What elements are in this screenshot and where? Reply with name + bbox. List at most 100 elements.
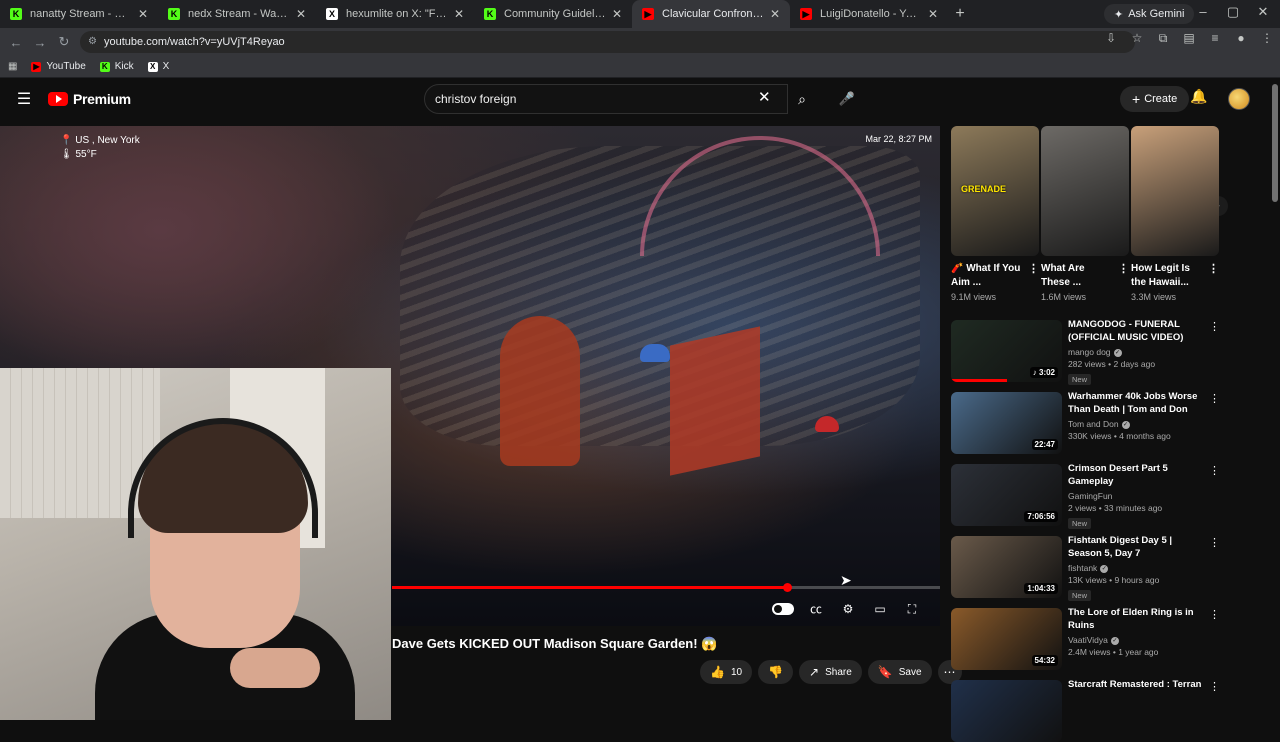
media-icon[interactable]: ≡ <box>1202 31 1228 46</box>
short-title-row: 🧨 What If You Aim ... ⋮ <box>951 262 1039 290</box>
sidepanel-icon[interactable]: ▤ <box>1176 31 1202 46</box>
browser-tab[interactable]: ▶ Clavicular Confronts Mom ✕ <box>632 0 790 28</box>
browser-menu-icon[interactable]: ⋮ <box>1254 31 1280 46</box>
dislike-button[interactable]: 👎 <box>758 660 794 684</box>
close-tab-icon[interactable]: ✕ <box>610 7 624 21</box>
recommendation-title[interactable]: The Lore of Elden Ring is in Ruins <box>1068 606 1208 632</box>
short-menu-icon[interactable]: ⋮ <box>1118 262 1129 276</box>
extensions-icon[interactable]: ⧉ <box>1150 31 1176 46</box>
close-tab-icon[interactable]: ✕ <box>294 7 308 21</box>
apps-icon[interactable]: ▦ <box>8 61 17 72</box>
channel-name: Tom and Don <box>1068 419 1119 429</box>
recommendation-item[interactable]: 54:32 The Lore of Elden Ring is in Ruins… <box>951 606 1221 670</box>
channel-name-row[interactable]: VaatiVidya ✓ <box>1068 635 1208 645</box>
autoplay-toggle[interactable] <box>772 603 794 615</box>
recommendation-item[interactable]: 7:06:56 Crimson Desert Part 5 Gameplay Ga… <box>951 462 1221 529</box>
verified-check-icon: ✓ <box>1110 636 1119 645</box>
recommendation-thumbnail[interactable] <box>951 680 1062 742</box>
create-button[interactable]: + Create <box>1120 86 1190 112</box>
recommendation-thumbnail[interactable]: 7:06:56 <box>951 464 1062 526</box>
recommendation-menu-icon[interactable]: ⋮ <box>1209 680 1220 693</box>
like-button[interactable]: 👍 10 <box>700 660 753 684</box>
recommendation-menu-icon[interactable]: ⋮ <box>1209 464 1220 477</box>
site-info-icon[interactable]: ⚙ <box>88 36 97 47</box>
recommendation-title[interactable]: Warhammer 40k Jobs Worse Than Death | To… <box>1068 390 1208 416</box>
recommendation-menu-icon[interactable]: ⋮ <box>1209 392 1220 405</box>
progress-scrubber[interactable] <box>782 583 792 592</box>
share-button[interactable]: ↗ Share <box>799 660 862 684</box>
recommendation-thumbnail[interactable]: ♪ 3:02 <box>951 320 1062 382</box>
fullscreen-icon[interactable]: ⛶ <box>902 600 922 618</box>
channel-name-row[interactable]: GamingFun <box>1068 491 1208 501</box>
recommendation-menu-icon[interactable]: ⋮ <box>1209 320 1220 333</box>
recommendation-item[interactable]: 1:04:33 Fishtank Digest Day 5 | Season 5… <box>951 534 1221 601</box>
tab-favicon-icon: K <box>10 8 22 20</box>
browser-tab[interactable]: Knedx Stream - Watch Live on Kick ✕ <box>158 0 316 28</box>
page-scrollbar[interactable] <box>1272 84 1278 202</box>
short-menu-icon[interactable]: ⋮ <box>1028 262 1039 276</box>
recommendation-item[interactable]: ♪ 3:02 MANGODOG - FUNERAL (OFFICIAL MUSI… <box>951 318 1221 385</box>
short-thumbnail[interactable]: GRENADE <box>951 126 1039 256</box>
recommendation-menu-icon[interactable]: ⋮ <box>1209 608 1220 621</box>
recommendation-menu-icon[interactable]: ⋮ <box>1209 536 1220 549</box>
new-tab-button[interactable]: + <box>948 0 972 28</box>
close-tab-icon[interactable]: ✕ <box>452 7 466 21</box>
bookmark-item[interactable]: XX <box>147 61 169 72</box>
close-window-icon[interactable]: ✕ <box>1248 4 1278 20</box>
recommendation-item[interactable]: 22:47 Warhammer 40k Jobs Worse Than Deat… <box>951 390 1221 454</box>
install-icon[interactable]: ⇩ <box>1098 31 1124 46</box>
recommendation-title[interactable]: Starcraft Remastered : Terran <box>1068 678 1208 691</box>
avatar[interactable] <box>1228 88 1250 110</box>
url-bar[interactable]: ⚙ youtube.com/watch?v=yUVjT4Reyao <box>80 31 1135 53</box>
bookmark-star-icon[interactable]: ☆ <box>1124 31 1150 46</box>
profile-icon[interactable]: ● <box>1228 31 1254 46</box>
theater-mode-icon[interactable]: ▭ <box>870 600 890 618</box>
browser-tab[interactable]: ▶ LuigiDonatello - YouTube ✕ <box>790 0 948 28</box>
recommendation-thumbnail[interactable]: 22:47 <box>951 392 1062 454</box>
bookmark-item[interactable]: ▶ YouTube <box>31 61 86 72</box>
short-thumbnail[interactable] <box>1131 126 1219 256</box>
like-count: 10 <box>730 666 743 678</box>
channel-name-row[interactable]: fishtank ✓ <box>1068 563 1208 573</box>
captions-icon[interactable]: ㏄ <box>806 600 826 618</box>
ask-gemini-button[interactable]: ✦ Ask Gemini <box>1104 4 1195 24</box>
close-tab-icon[interactable]: ✕ <box>926 7 940 21</box>
clear-search-icon[interactable]: ✕ <box>758 88 771 106</box>
reload-icon[interactable]: ↻ <box>52 34 76 50</box>
recommendation-thumbnail[interactable]: 1:04:33 <box>951 536 1062 598</box>
recommendation-title[interactable]: Crimson Desert Part 5 Gameplay <box>1068 462 1208 488</box>
youtube-logo[interactable]: Premium <box>48 91 131 107</box>
short-card[interactable]: How Legit Is the Hawaii... ⋮ 3.3M views <box>1131 126 1219 302</box>
back-icon[interactable]: ← <box>4 35 28 50</box>
recommendation-item[interactable]: Starcraft Remastered : Terran ⋮ <box>951 678 1221 742</box>
search-button[interactable]: ⌕ <box>788 84 816 114</box>
short-menu-icon[interactable]: ⋮ <box>1208 262 1219 276</box>
verified-check-icon: ✓ <box>1100 564 1109 573</box>
forward-icon[interactable]: → <box>28 35 52 50</box>
maximize-icon[interactable]: ▢ <box>1218 4 1248 20</box>
channel-name-row[interactable]: Tom and Don ✓ <box>1068 419 1208 429</box>
recommendation-thumbnail[interactable]: 54:32 <box>951 608 1062 670</box>
bookmark-item[interactable]: K Kick <box>99 61 134 72</box>
browser-tab[interactable]: Knanatty Stream - Watch Live on Kick ✕ <box>0 0 158 28</box>
short-card[interactable]: GRENADE 🧨 What If You Aim ... ⋮ 9.1M vie… <box>951 126 1039 302</box>
search-input[interactable]: christov foreign <box>424 84 788 114</box>
recommendation-title[interactable]: MANGODOG - FUNERAL (OFFICIAL MUSIC VIDEO… <box>1068 318 1208 344</box>
tab-favicon-icon: X <box>326 8 338 20</box>
settings-gear-icon[interactable]: ⚙ <box>838 600 858 618</box>
channel-name: GamingFun <box>1068 491 1113 501</box>
channel-name-row[interactable]: mango dog ✓ <box>1068 347 1208 357</box>
recommendation-title[interactable]: Fishtank Digest Day 5 | Season 5, Day 7 <box>1068 534 1208 560</box>
short-thumbnail[interactable] <box>1041 126 1129 256</box>
save-button[interactable]: 🔖 Save <box>867 660 932 684</box>
browser-tab[interactable]: Xhexumlite on X: "Full leadup and" ✕ <box>316 0 474 28</box>
minimize-icon[interactable]: – <box>1188 4 1218 19</box>
hamburger-menu-icon[interactable]: ☰ <box>14 90 34 110</box>
browser-tab[interactable]: K Community Guidelines - Kick St ✕ <box>474 0 632 28</box>
short-card[interactable]: What Are These ... ⋮ 1.6M views <box>1041 126 1129 302</box>
voice-search-button[interactable]: 🎤 <box>834 86 860 112</box>
notifications-bell-icon[interactable]: 🔔 <box>1190 88 1207 105</box>
close-tab-icon[interactable]: ✕ <box>136 7 150 21</box>
video-progress-bar[interactable] <box>392 583 940 592</box>
close-tab-icon[interactable]: ✕ <box>768 7 782 21</box>
